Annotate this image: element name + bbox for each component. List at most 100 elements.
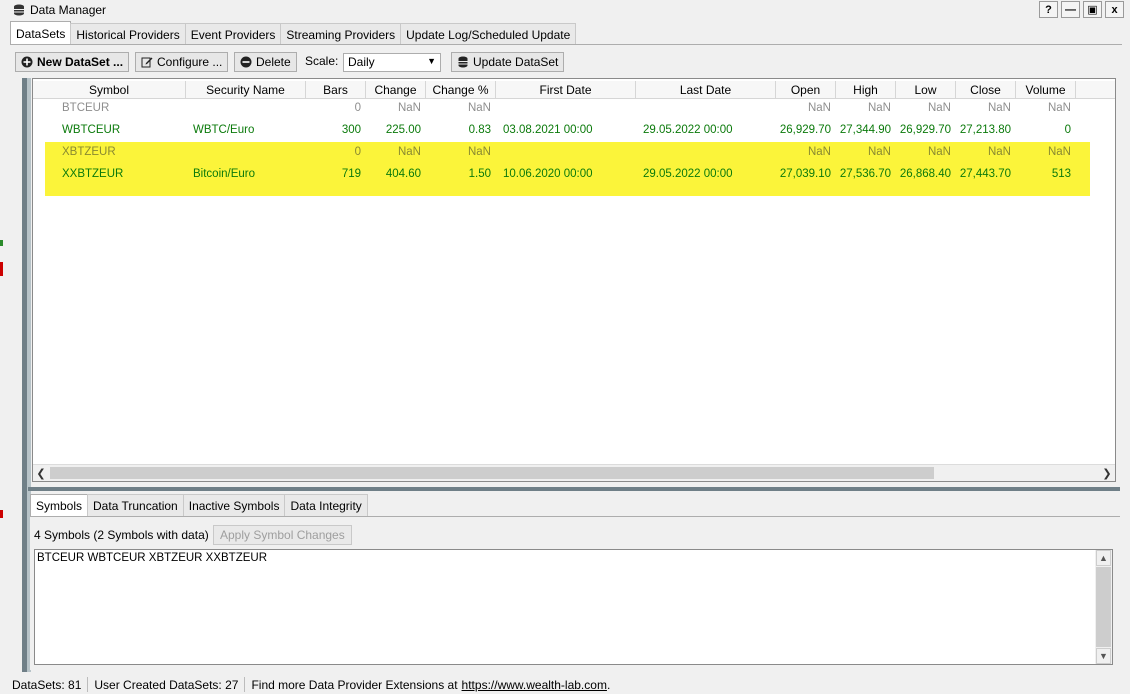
cell-open: 26,929.70 (779, 124, 831, 136)
help-button[interactable]: ? (1039, 1, 1058, 18)
cell-first-date: 03.08.2021 00:00 (503, 124, 593, 136)
table-row[interactable]: WBTCEUR WBTC/Euro 300 225.00 0.83 03.08.… (33, 120, 1115, 142)
tab-datasets[interactable]: DataSets (10, 21, 72, 45)
column-header-low[interactable]: Low (896, 81, 956, 99)
tab-streaming-providers[interactable]: Streaming Providers (280, 23, 402, 45)
cell-change-pct: NaN (467, 102, 491, 114)
column-header-bars[interactable]: Bars (306, 81, 366, 99)
symbols-textarea[interactable]: BTCEUR WBTCEUR XBTZEUR XXBTZEUR ▲ ▼ (34, 549, 1113, 665)
wealth-lab-link[interactable]: https://www.wealth-lab.com (462, 678, 607, 692)
vertical-scrollbar[interactable]: ▲ ▼ (1095, 550, 1112, 664)
scroll-right-icon[interactable]: ❯ (1099, 466, 1115, 481)
column-header-open[interactable]: Open (776, 81, 836, 99)
cell-low: NaN (927, 102, 951, 114)
column-header-change[interactable]: Change (366, 81, 426, 99)
cell-bars: 719 (341, 168, 361, 180)
apply-symbol-changes-button[interactable]: Apply Symbol Changes (213, 525, 352, 545)
delete-button[interactable]: Delete (234, 52, 297, 72)
cell-volume: NaN (1047, 102, 1071, 114)
column-header-security-name[interactable]: Security Name (186, 81, 306, 99)
symbols-panel: 4 Symbols (2 Symbols with data) Apply Sy… (30, 516, 1120, 670)
cell-volume: NaN (1047, 146, 1071, 158)
status-bar: DataSets: 81 User Created DataSets: 27 F… (0, 675, 1130, 694)
panel-splitter[interactable] (28, 487, 1120, 491)
column-header-filler (1076, 81, 1115, 99)
configure-label: Configure ... (157, 55, 223, 69)
cell-open: NaN (807, 146, 831, 158)
cell-change-pct: 1.50 (468, 168, 491, 180)
edit-icon (141, 57, 153, 68)
scale-label: Scale: (305, 54, 339, 68)
table-row[interactable]: BTCEUR 0 NaN NaN NaN NaN NaN NaN NaN (33, 98, 1115, 120)
cell-change-pct: 0.83 (468, 124, 491, 136)
scroll-left-icon[interactable]: ❮ (33, 466, 49, 481)
table-row[interactable]: XXBTZEUR Bitcoin/Euro 719 404.60 1.50 10… (33, 164, 1115, 186)
tab-event-providers[interactable]: Event Providers (184, 23, 282, 45)
database-icon (14, 4, 24, 16)
tab-data-integrity[interactable]: Data Integrity (284, 494, 368, 517)
edge-marker (0, 240, 3, 246)
column-header-symbol[interactable]: Symbol (33, 81, 186, 99)
tab-update-log[interactable]: Update Log/Scheduled Update (400, 23, 577, 45)
cell-high: 27,344.90 (839, 124, 891, 136)
cell-symbol: XBTZEUR (62, 146, 116, 158)
symbols-text: BTCEUR WBTCEUR XBTZEUR XXBTZEUR (37, 552, 268, 564)
find-more-label: Find more Data Provider Extensions at (251, 677, 458, 692)
tab-data-truncation[interactable]: Data Truncation (87, 494, 184, 517)
configure-button[interactable]: Configure ... (135, 52, 229, 72)
database-icon (458, 56, 468, 68)
column-header-last-date[interactable]: Last Date (636, 81, 776, 99)
minus-circle-icon (240, 56, 252, 68)
cell-security-name: Bitcoin/Euro (193, 168, 256, 180)
cell-close: 27,443.70 (959, 168, 1011, 180)
horizontal-scrollbar[interactable]: ❮ ❯ (33, 464, 1115, 481)
scale-value: Daily (348, 55, 375, 69)
column-header-close[interactable]: Close (956, 81, 1016, 99)
find-more-text: Find more Data Provider Extensions at ht… (245, 677, 616, 692)
maximize-button[interactable]: ▣ (1083, 1, 1102, 18)
tab-inactive-symbols[interactable]: Inactive Symbols (182, 494, 286, 517)
grid-header: Symbol Security Name Bars Change Change … (33, 81, 1115, 99)
update-dataset-label: Update DataSet (473, 55, 559, 69)
bottom-tabs: Symbols Data Truncation Inactive Symbols… (30, 494, 368, 517)
column-header-volume[interactable]: Volume (1016, 81, 1076, 99)
cell-symbol: BTCEUR (62, 102, 110, 114)
cell-security-name: WBTC/Euro (193, 124, 255, 136)
column-header-first-date[interactable]: First Date (496, 81, 636, 99)
main-tabs: DataSets Historical Providers Event Prov… (10, 21, 577, 45)
cell-bars: 300 (341, 124, 361, 136)
cell-low: NaN (927, 146, 951, 158)
tab-symbols[interactable]: Symbols (30, 494, 89, 517)
scroll-down-icon[interactable]: ▼ (1096, 648, 1111, 664)
table-row[interactable]: XBTZEUR 0 NaN NaN NaN NaN NaN NaN NaN (33, 142, 1115, 164)
cell-change: NaN (397, 146, 421, 158)
cell-low: 26,868.40 (899, 168, 951, 180)
tab-historical-providers[interactable]: Historical Providers (70, 23, 186, 45)
scrollbar-thumb[interactable] (50, 467, 934, 479)
update-dataset-button[interactable]: Update DataSet (451, 52, 565, 72)
close-button[interactable]: x (1105, 1, 1124, 18)
column-header-high[interactable]: High (836, 81, 896, 99)
plus-circle-icon (21, 56, 33, 68)
cell-open: 27,039.10 (779, 168, 831, 180)
scale-select[interactable]: Daily ▼ (343, 53, 441, 72)
cell-close: NaN (987, 102, 1011, 114)
column-header-change-pct[interactable]: Change % (426, 81, 496, 99)
scrollbar-thumb[interactable] (1096, 567, 1111, 647)
cell-volume: 513 (1051, 168, 1071, 180)
new-dataset-button[interactable]: New DataSet ... (15, 52, 130, 72)
cell-high: NaN (867, 146, 891, 158)
cell-symbol: WBTCEUR (62, 124, 121, 136)
cell-last-date: 29.05.2022 00:00 (643, 168, 733, 180)
chevron-down-icon: ▼ (427, 56, 436, 66)
new-dataset-label: New DataSet ... (37, 55, 124, 69)
cell-volume: 0 (1064, 124, 1071, 136)
cell-bars: 0 (354, 146, 361, 158)
toolbar: New DataSet ... Configure ... Delete Sca… (12, 46, 1122, 78)
title-bar: Data Manager ? — ▣ x (0, 0, 1130, 20)
tab-divider (10, 44, 1122, 45)
scroll-up-icon[interactable]: ▲ (1096, 550, 1111, 566)
minimize-button[interactable]: — (1061, 1, 1080, 18)
cell-change: 225.00 (385, 124, 421, 136)
edge-marker (0, 262, 3, 276)
